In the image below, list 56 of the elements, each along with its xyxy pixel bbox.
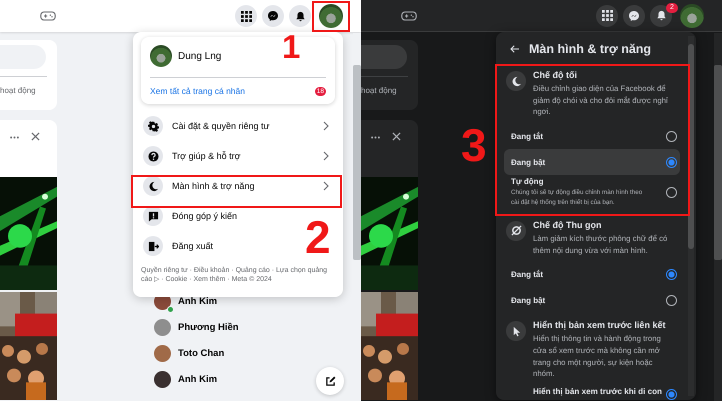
scrollbar[interactable]: [714, 33, 722, 401]
notifications-icon[interactable]: [650, 4, 672, 26]
edit-icon: [324, 376, 336, 386]
help-icon: [148, 150, 158, 162]
setting-title: Hiển thị bản xem trước liên kết: [533, 320, 666, 330]
live-video-label[interactable]: hoạt động: [0, 86, 57, 95]
messenger-icon[interactable]: [623, 4, 645, 26]
step-number: 2: [305, 214, 331, 260]
contact-item[interactable]: Phương Hiền: [150, 314, 243, 340]
profile-name[interactable]: Dung Lng: [178, 50, 222, 62]
gear-icon: [148, 120, 158, 132]
radio-option[interactable]: Đang tắt: [504, 123, 680, 150]
radio-button[interactable]: [666, 186, 677, 198]
back-arrow-icon[interactable]: [510, 45, 520, 53]
see-all-profiles-link[interactable]: Xem tất cả trang cá nhân: [150, 86, 245, 96]
setting-title: Chế độ Thu gọn: [533, 220, 602, 230]
setting-title: Chế độ tối: [533, 70, 578, 80]
new-message-button[interactable]: [316, 367, 344, 395]
profile-avatar[interactable]: [150, 45, 172, 67]
more-icon[interactable]: [10, 136, 19, 139]
radio-button[interactable]: [666, 130, 677, 142]
menu-grid-icon[interactable]: [596, 4, 618, 26]
highlight-frame: [312, 1, 350, 32]
menu-item[interactable]: Trợ giúp & hỗ trợ: [141, 141, 335, 171]
step-number: 1: [282, 30, 300, 63]
feedback-icon: [148, 210, 158, 222]
menu-item[interactable]: Màn hình & trợ năng: [141, 171, 335, 201]
notifications-icon[interactable]: [289, 5, 311, 27]
post-input-field[interactable]: [361, 45, 407, 69]
moon-icon: [148, 180, 158, 192]
contact-item[interactable]: Anh Kim: [150, 366, 243, 392]
step-number: 3: [461, 122, 487, 168]
gaming-icon[interactable]: [401, 10, 417, 20]
messenger-icon[interactable]: [262, 5, 284, 27]
radio-button[interactable]: [666, 268, 677, 280]
menu-grid-icon[interactable]: [235, 5, 257, 27]
gaming-icon[interactable]: [40, 11, 56, 21]
radio-button[interactable]: [666, 389, 677, 400]
close-icon[interactable]: [392, 132, 401, 141]
radio-button[interactable]: [666, 156, 677, 168]
radio-option[interactable]: Đang tắt: [504, 261, 680, 288]
menu-item[interactable]: Cài đặt & quyền riêng tư: [141, 111, 335, 141]
setting-title: Hiển thị bản xem trước khi di con: [533, 387, 663, 396]
profile-avatar[interactable]: [319, 4, 343, 28]
radio-option[interactable]: Đang bật: [504, 149, 680, 176]
contact-item[interactable]: Toto Chan: [150, 340, 243, 366]
live-video-label[interactable]: hoạt động: [361, 86, 418, 95]
compact-mode-icon: [510, 225, 522, 236]
moon-icon: [510, 76, 522, 86]
more-icon[interactable]: [371, 136, 380, 139]
radio-option[interactable]: Đang bật: [504, 287, 680, 314]
panel-title: Màn hình & trợ năng: [529, 42, 652, 56]
logout-icon: [148, 240, 158, 252]
close-icon[interactable]: [31, 132, 40, 141]
profile-avatar[interactable]: [680, 4, 704, 28]
radio-button[interactable]: [666, 294, 677, 306]
